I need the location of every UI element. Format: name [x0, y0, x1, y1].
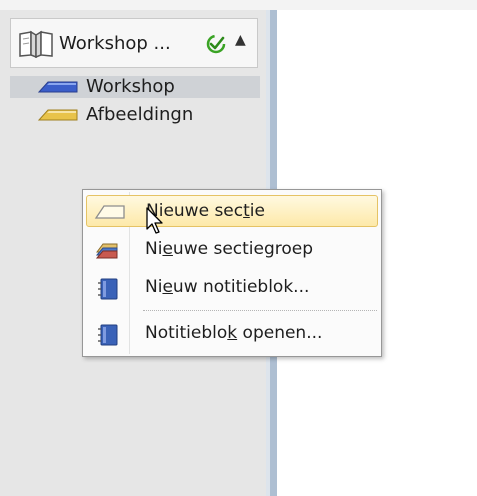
- chevron-up-icon[interactable]: ▲: [235, 32, 246, 48]
- section-label: Afbeeldingn: [86, 104, 194, 125]
- notebook-icon: [17, 30, 55, 62]
- open-notebook-icon: [93, 324, 125, 350]
- menu-item-new-section-group[interactable]: Nieuwe sectiegroep: [85, 233, 379, 267]
- mouse-pointer-icon: [146, 207, 166, 241]
- menu-item-new-notebook[interactable]: Nieuw notitieblok...: [85, 271, 379, 305]
- notebook-title: Workshop ...: [59, 33, 171, 54]
- menu-item-new-section[interactable]: Nieuwe sectie: [86, 195, 378, 227]
- menu-item-label: Nieuw notitieblok...: [145, 277, 310, 297]
- section-tab-afbeeldingn[interactable]: Afbeeldingn: [10, 104, 260, 126]
- section-tab-icon: [38, 81, 78, 93]
- new-section-icon: [94, 202, 126, 224]
- menu-item-label: Nieuwe sectiegroep: [145, 239, 314, 259]
- section-label: Workshop: [86, 76, 175, 97]
- new-section-group-icon: [93, 240, 125, 264]
- section-tab-workshop[interactable]: Workshop: [10, 76, 260, 98]
- menu-separator: [143, 310, 377, 311]
- menu-item-open-notebook[interactable]: Notitieblok openen...: [85, 317, 379, 351]
- notebook-header[interactable]: Workshop ... ▲: [10, 18, 258, 68]
- new-notebook-icon: [93, 278, 125, 304]
- menu-item-label: Notitieblok openen...: [145, 323, 323, 343]
- sync-status-icon[interactable]: [204, 32, 228, 60]
- context-menu: Nieuwe sectie Nieuwe sectiegroep Nieuw n…: [82, 189, 382, 357]
- section-tab-icon: [38, 109, 78, 121]
- title-strip: [0, 0, 477, 10]
